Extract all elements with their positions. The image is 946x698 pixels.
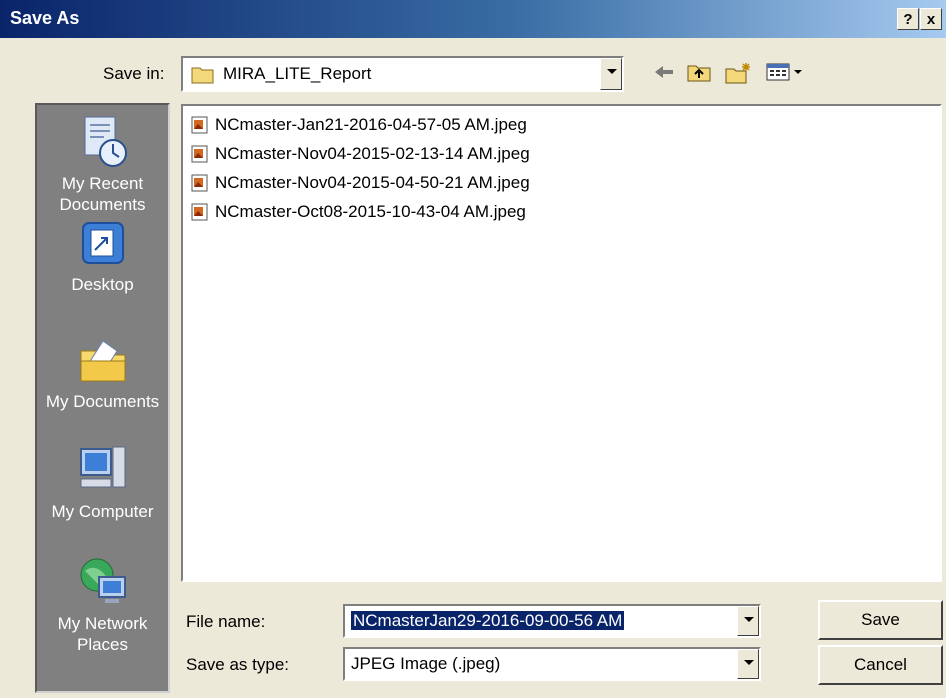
save-as-type-select[interactable]: JPEG Image (.jpeg) bbox=[343, 647, 761, 681]
up-folder-icon[interactable] bbox=[686, 61, 712, 83]
file-name-value: NCmasterJan29-2016-09-00-56 AM bbox=[351, 611, 625, 630]
file-name-dropdown-button[interactable] bbox=[737, 606, 759, 636]
file-name: NCmaster-Nov04-2015-02-13-14 AM.jpeg bbox=[215, 144, 530, 163]
window-title: Save As bbox=[10, 8, 80, 28]
save-in-label: Save in: bbox=[103, 64, 165, 83]
jpeg-file-icon bbox=[191, 145, 208, 163]
view-menu-icon[interactable] bbox=[766, 61, 806, 83]
folder-icon bbox=[191, 67, 214, 84]
place-my-computer[interactable]: My Computer bbox=[37, 443, 168, 522]
save-as-type-value: JPEG Image (.jpeg) bbox=[351, 654, 501, 673]
help-button[interactable]: ? bbox=[897, 8, 919, 30]
network-places-icon bbox=[80, 558, 126, 603]
jpeg-file-icon bbox=[191, 174, 208, 192]
new-folder-icon[interactable] bbox=[724, 61, 752, 85]
save-button[interactable]: Save bbox=[818, 600, 943, 640]
jpeg-file-icon bbox=[191, 116, 208, 134]
desktop-icon bbox=[81, 222, 124, 264]
close-button[interactable]: x bbox=[920, 8, 942, 30]
cancel-button[interactable]: Cancel bbox=[818, 645, 943, 685]
save-in-value: MIRA_LITE_Report bbox=[223, 64, 372, 83]
save-as-type-label: Save as type: bbox=[186, 655, 290, 674]
help-icon: ? bbox=[903, 11, 913, 28]
save-in-dropdown-button[interactable] bbox=[600, 58, 622, 90]
title-bar: Save As ? x bbox=[0, 0, 946, 38]
save-as-type-dropdown-button[interactable] bbox=[737, 649, 759, 679]
file-list[interactable]: NCmaster-Jan21-2016-04-57-05 AM.jpeg NCm… bbox=[181, 104, 942, 582]
close-icon: x bbox=[926, 11, 936, 28]
place-my-recent-documents[interactable]: My Recent Documents bbox=[37, 113, 168, 215]
places-bar: My Recent Documents Desktop My Documents… bbox=[35, 103, 170, 693]
place-desktop[interactable]: Desktop bbox=[37, 220, 168, 295]
file-name: NCmaster-Jan21-2016-04-57-05 AM.jpeg bbox=[215, 115, 527, 134]
file-name-label: File name: bbox=[186, 612, 266, 631]
my-documents-icon bbox=[80, 340, 125, 382]
file-name-input[interactable]: NCmasterJan29-2016-09-00-56 AM bbox=[343, 604, 761, 638]
back-arrow-icon[interactable] bbox=[652, 61, 676, 83]
place-my-network-places[interactable]: My Network Places bbox=[37, 553, 168, 655]
my-computer-icon bbox=[79, 446, 125, 488]
jpeg-file-icon bbox=[191, 203, 208, 221]
save-in-combobox[interactable]: MIRA_LITE_Report bbox=[181, 56, 624, 92]
recent-documents-icon bbox=[84, 116, 127, 167]
file-name: NCmaster-Oct08-2015-10-43-04 AM.jpeg bbox=[215, 202, 526, 221]
file-name: NCmaster-Nov04-2015-04-50-21 AM.jpeg bbox=[215, 173, 530, 192]
place-my-documents[interactable]: My Documents bbox=[37, 333, 168, 412]
